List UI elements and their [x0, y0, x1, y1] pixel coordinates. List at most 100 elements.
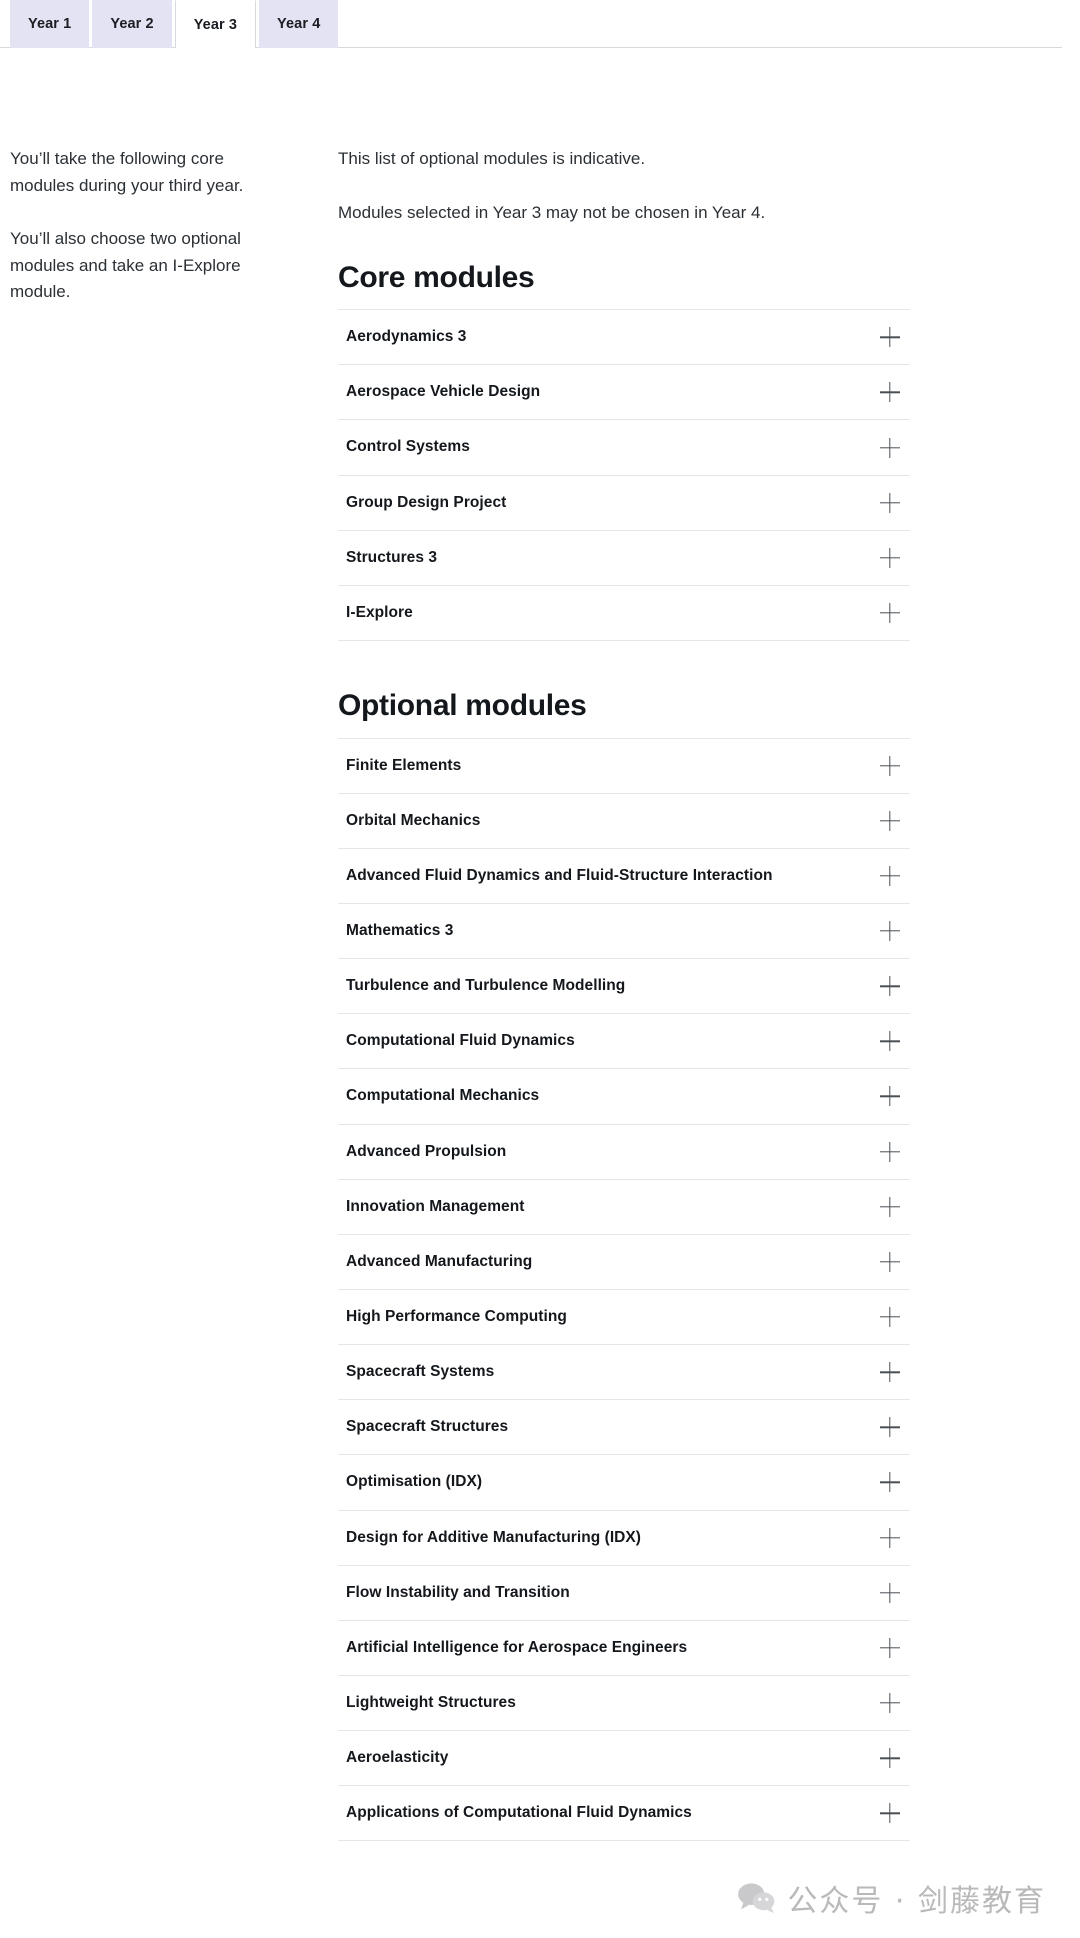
optional-module-item: Design for Additive Manufacturing (IDX)	[338, 1511, 910, 1566]
optional-module-label: Advanced Propulsion	[346, 1142, 507, 1160]
plus-icon[interactable]	[880, 1252, 900, 1272]
optional-module-label: Turbulence and Turbulence Modelling	[346, 977, 626, 995]
optional-module-label: Optimisation (IDX)	[346, 1473, 483, 1491]
tab-year-3[interactable]: Year 3	[174, 0, 257, 49]
plus-icon[interactable]	[880, 382, 900, 402]
core-module-item: Structures 3	[338, 531, 910, 586]
plus-icon[interactable]	[880, 1748, 900, 1768]
core-module-label: I-Explore	[346, 603, 413, 621]
optional-module-row[interactable]: Computational Fluid Dynamics	[338, 1014, 910, 1068]
optional-module-item: Artificial Intelligence for Aerospace En…	[338, 1621, 910, 1676]
core-module-row[interactable]: Control Systems	[338, 420, 910, 474]
plus-icon[interactable]	[880, 756, 900, 776]
optional-module-row[interactable]: Mathematics 3	[338, 904, 910, 958]
optional-module-item: Turbulence and Turbulence Modelling	[338, 959, 910, 1015]
plus-icon[interactable]	[880, 1362, 900, 1382]
optional-module-label: Orbital Mechanics	[346, 811, 481, 829]
tab-year-1[interactable]: Year 1	[10, 0, 90, 48]
core-module-row[interactable]: Aerodynamics 3	[338, 310, 910, 364]
plus-icon[interactable]	[880, 1307, 900, 1327]
plus-icon[interactable]	[880, 866, 900, 886]
core-module-label: Group Design Project	[346, 493, 507, 511]
plus-icon[interactable]	[880, 1693, 900, 1713]
optional-module-row[interactable]: Advanced Fluid Dynamics and Fluid-Struct…	[338, 849, 910, 903]
plus-icon[interactable]	[880, 1086, 900, 1106]
optional-module-row[interactable]: Lightweight Structures	[338, 1676, 910, 1730]
optional-module-row[interactable]: Aeroelasticity	[338, 1731, 910, 1785]
optional-module-item: Aeroelasticity	[338, 1731, 910, 1787]
optional-module-label: Spacecraft Structures	[346, 1418, 509, 1436]
optional-module-row[interactable]: Flow Instability and Transition	[338, 1566, 910, 1620]
plus-icon[interactable]	[880, 1472, 900, 1492]
optional-module-row[interactable]: Finite Elements	[338, 739, 910, 793]
optional-module-label: Advanced Manufacturing	[346, 1252, 533, 1270]
optional-module-row[interactable]: Advanced Manufacturing	[338, 1235, 910, 1289]
plus-icon[interactable]	[880, 1417, 900, 1437]
optional-module-label: Innovation Management	[346, 1197, 525, 1215]
plus-icon[interactable]	[880, 1197, 900, 1217]
optional-modules-accordion: Finite Elements Orbital Mechanics Advanced…	[338, 737, 910, 1842]
plus-icon[interactable]	[880, 493, 900, 513]
watermark-text: 公众号 · 剑藤教育	[787, 1884, 1046, 1919]
optional-module-item: Finite Elements	[338, 739, 910, 794]
optional-module-item: Spacecraft Structures	[338, 1400, 910, 1456]
plus-icon[interactable]	[880, 438, 900, 458]
plus-icon[interactable]	[880, 1638, 900, 1658]
optional-module-item: Advanced Manufacturing	[338, 1235, 910, 1290]
optional-module-label: Lightweight Structures	[346, 1693, 516, 1711]
tab-year-2[interactable]: Year 2	[92, 0, 172, 48]
core-module-item: Aerodynamics 3	[338, 310, 910, 366]
plus-icon[interactable]	[880, 1803, 900, 1823]
optional-module-label: Artificial Intelligence for Aerospace En…	[346, 1638, 688, 1656]
optional-module-row[interactable]: Spacecraft Systems	[338, 1345, 910, 1399]
optional-module-row[interactable]: Innovation Management	[338, 1180, 910, 1234]
optional-module-row[interactable]: Design for Additive Manufacturing (IDX)	[338, 1511, 910, 1565]
plus-icon[interactable]	[880, 811, 900, 831]
optional-module-row[interactable]: Advanced Propulsion	[338, 1125, 910, 1179]
core-module-row[interactable]: I-Explore	[338, 586, 910, 640]
plus-icon[interactable]	[880, 1142, 900, 1162]
optional-module-row[interactable]: High Performance Computing	[338, 1290, 910, 1344]
optional-module-item: Computational Mechanics	[338, 1069, 910, 1125]
optional-module-label: Spacecraft Systems	[346, 1363, 495, 1381]
core-module-label: Aerospace Vehicle Design	[346, 383, 541, 401]
plus-icon[interactable]	[880, 976, 900, 996]
optional-module-item: Advanced Fluid Dynamics and Fluid-Struct…	[338, 849, 910, 904]
optional-module-row[interactable]: Computational Mechanics	[338, 1069, 910, 1123]
optional-module-row[interactable]: Orbital Mechanics	[338, 794, 910, 848]
optional-module-row[interactable]: Optimisation (IDX)	[338, 1455, 910, 1509]
plus-icon[interactable]	[880, 921, 900, 941]
year-tabbar: Year 1 Year 2 Year 3 Year 4	[0, 0, 1080, 49]
plus-icon[interactable]	[880, 603, 900, 623]
core-module-row[interactable]: Structures 3	[338, 531, 910, 585]
optional-module-item: Optimisation (IDX)	[338, 1455, 910, 1511]
year-summary-column: You’ll take the following core modules d…	[0, 48, 320, 306]
optional-modules-heading: Optional modules	[338, 689, 587, 723]
optional-module-item: Flow Instability and Transition	[338, 1566, 910, 1621]
optional-module-label: Applications of Computational Fluid Dyna…	[346, 1804, 692, 1822]
core-module-row[interactable]: Group Design Project	[338, 476, 910, 530]
optional-module-label: High Performance Computing	[346, 1307, 567, 1325]
optional-module-row[interactable]: Turbulence and Turbulence Modelling	[338, 959, 910, 1013]
optional-module-item: Applications of Computational Fluid Dyna…	[338, 1786, 910, 1842]
optional-module-item: Lightweight Structures	[338, 1676, 910, 1732]
plus-icon[interactable]	[880, 548, 900, 568]
core-module-row[interactable]: Aerospace Vehicle Design	[338, 365, 910, 419]
optional-module-row[interactable]: Spacecraft Structures	[338, 1400, 910, 1454]
optional-module-label: Finite Elements	[346, 756, 462, 774]
plus-icon[interactable]	[880, 327, 900, 347]
optional-module-row[interactable]: Artificial Intelligence for Aerospace En…	[338, 1621, 910, 1675]
year-summary-paragraph-1: You’ll take the following core modules d…	[10, 149, 244, 195]
optional-module-label: Computational Mechanics	[346, 1087, 540, 1105]
optional-module-row[interactable]: Applications of Computational Fluid Dyna…	[338, 1786, 910, 1840]
plus-icon[interactable]	[880, 1583, 900, 1603]
core-modules-accordion: Aerodynamics 3 Aerospace Vehicle Design Co…	[338, 309, 910, 642]
plus-icon[interactable]	[880, 1031, 900, 1051]
optional-module-item: Mathematics 3	[338, 904, 910, 960]
year-summary-paragraph-2: You’ll also choose two optional modules …	[10, 228, 241, 302]
core-module-item: I-Explore	[338, 586, 910, 642]
plus-icon[interactable]	[880, 1528, 900, 1548]
tab-year-4[interactable]: Year 4	[259, 0, 339, 48]
optional-module-item: Advanced Propulsion	[338, 1125, 910, 1180]
tab-year-1-label: Year 1	[28, 16, 72, 32]
